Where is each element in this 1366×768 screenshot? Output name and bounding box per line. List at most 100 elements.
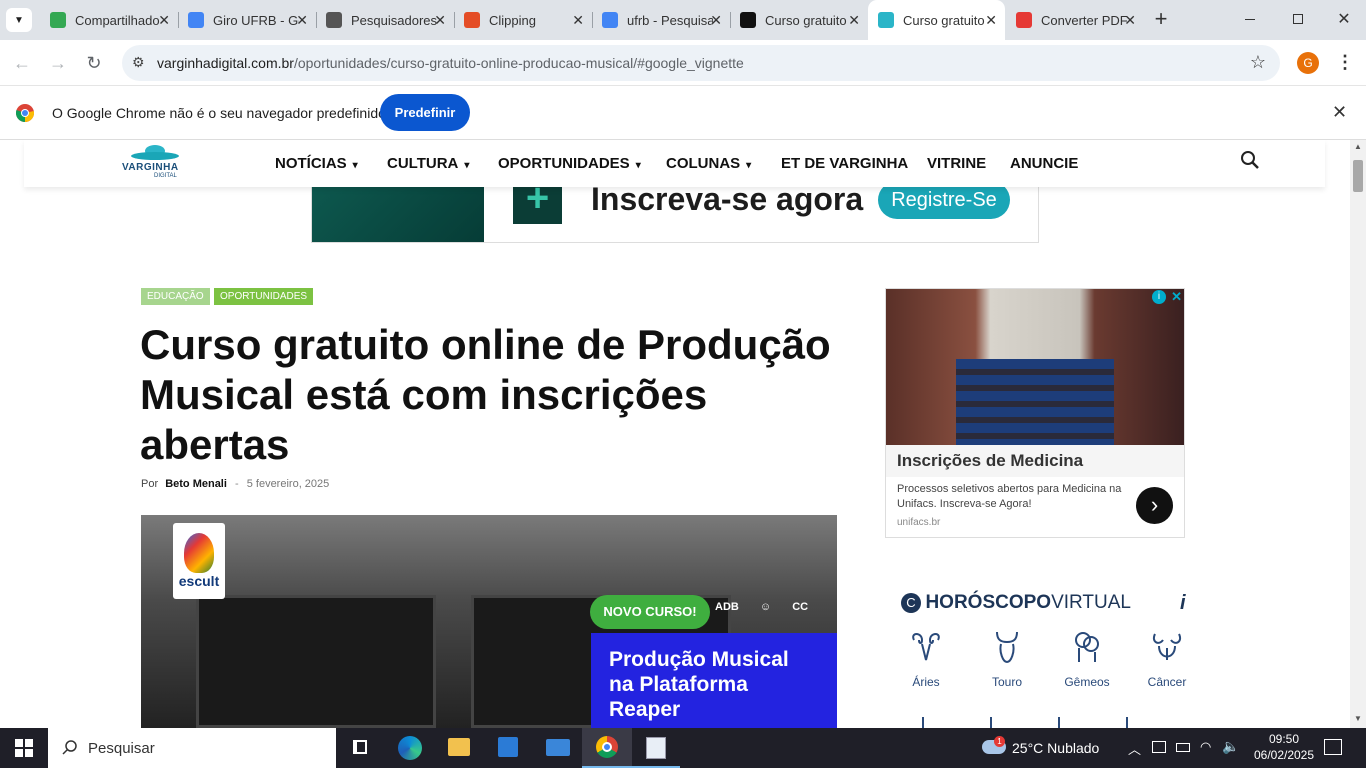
menu-item-2[interactable]: OPORTUNIDADES ▾ [498, 155, 641, 172]
category-tag-education[interactable]: EDUCAÇÃO [141, 288, 210, 305]
tab-favicon-icon [326, 12, 342, 28]
auditorium-seats [956, 359, 1114, 445]
tab-2[interactable]: Pesquisadores ✕ [316, 0, 455, 40]
tab-title: Compartilhado [75, 12, 160, 28]
address-bar[interactable]: ⚙ varginhadigital.com.br/oportunidades/c… [122, 45, 1280, 81]
tab-4[interactable]: ufrb - Pesquisa Google✕ [592, 0, 731, 40]
set-default-button[interactable]: Predefinir [380, 94, 470, 131]
infobar-close-button[interactable]: ✕ [1332, 102, 1347, 123]
scrollbar-thumb[interactable] [1353, 160, 1363, 192]
sign-cancer[interactable]: Câncer [1137, 630, 1197, 689]
menu-item-label: CULTURA [387, 155, 459, 172]
tab-close-icon[interactable]: ✕ [296, 13, 308, 27]
menu-item-label: ET DE VARGINHA [781, 155, 909, 172]
tag-adb: ADB [715, 601, 739, 613]
tab-close-icon[interactable]: ✕ [434, 13, 446, 27]
hero-brand-badge: escult [173, 523, 225, 599]
sign-gemini[interactable]: Gêmeos [1057, 630, 1117, 689]
tab-close-icon[interactable]: ✕ [572, 13, 584, 27]
clock-time: 09:50 [1268, 732, 1300, 746]
tab-title: Pesquisadores [351, 12, 437, 28]
tab-3[interactable]: Clipping ✕ [454, 0, 593, 40]
edge-taskbar-icon[interactable] [398, 736, 422, 760]
tab-close-icon[interactable]: ✕ [985, 13, 997, 27]
tab-strip: ▼ Compartilhado✕Giro UFRB - Google Docs✕… [0, 0, 1366, 40]
tab-close-icon[interactable]: ✕ [1124, 13, 1136, 27]
menu-item-3[interactable]: COLUNAS ▾ [666, 155, 751, 172]
scroll-up-arrow-icon[interactable]: ▲ [1354, 142, 1362, 151]
tab-close-icon[interactable]: ✕ [848, 13, 860, 27]
tab-7[interactable]: Converter PDF ✕ [1006, 0, 1144, 40]
gemini-icon [1075, 632, 1099, 662]
menu-item-0[interactable]: NOTÍCIAS ▾ [275, 155, 358, 172]
minimize-button[interactable] [1236, 12, 1264, 28]
infobar-message: O Google Chrome não é o seu navegador pr… [52, 105, 390, 121]
sign-taurus[interactable]: Touro [977, 630, 1037, 689]
tab-0[interactable]: Compartilhado ✕ [40, 0, 179, 40]
restore-button[interactable] [1284, 12, 1312, 28]
ufo-logo-icon [131, 145, 179, 160]
profile-avatar[interactable]: G [1297, 52, 1319, 74]
wifi-icon[interactable]: ◠ [1200, 739, 1211, 755]
page-scrollbar[interactable]: ▲ ▼ [1350, 140, 1366, 728]
hero-new-course-badge: NOVO CURSO! [590, 595, 710, 629]
tab-title: Curso gratuito [903, 12, 985, 28]
taurus-icon [996, 631, 1018, 664]
sign-aries[interactable]: Áries [896, 630, 956, 689]
menu-item-label: OPORTUNIDADES [498, 155, 630, 172]
horoscope-brand-bold: HORÓSCOPO [925, 592, 1052, 613]
back-button[interactable]: ← [8, 49, 36, 77]
tab-favicon-icon [50, 12, 66, 28]
site-search-button[interactable] [1240, 150, 1262, 172]
horoscope-logo[interactable]: C HORÓSCOPOVIRTUAL [901, 592, 1131, 614]
notepad-taskbar-icon[interactable] [632, 728, 680, 768]
tray-chevron-up-icon[interactable]: ︿ [1128, 739, 1141, 758]
forward-button[interactable]: → [44, 49, 72, 77]
chrome-taskbar-icon[interactable] [582, 728, 632, 768]
site-info-icon[interactable]: ⚙ [132, 54, 145, 71]
chrome-logo-icon [16, 104, 34, 122]
horoscope-info-icon[interactable]: i [1180, 592, 1186, 615]
url-path: /oportunidades/curso-gratuito-online-pro… [293, 55, 744, 71]
file-explorer-taskbar-icon[interactable] [448, 738, 470, 756]
mail-taskbar-icon[interactable] [546, 739, 570, 756]
weather-widget[interactable]: 1 25°C Nublado [980, 728, 1110, 768]
taskbar-search-box[interactable]: Pesquisar [48, 728, 336, 768]
tab-close-icon[interactable]: ✕ [710, 13, 722, 27]
reload-button[interactable]: ↻ [80, 49, 108, 77]
author-link[interactable]: Beto Menali [165, 478, 227, 490]
volume-icon[interactable]: 🔈 [1222, 738, 1239, 755]
tab-search-button[interactable]: ▼ [6, 8, 32, 32]
ad-next-button[interactable]: › [1136, 487, 1173, 524]
sidebar-ad[interactable]: i ✕ Inscrições de Medicina Processos sel… [885, 288, 1185, 538]
battery-icon[interactable] [1176, 743, 1190, 752]
new-tab-button[interactable]: + [1150, 8, 1172, 32]
site-logo[interactable]: VARGINHA DIGITAL [120, 142, 190, 182]
close-window-button[interactable]: ✕ [1330, 9, 1358, 31]
notification-center-button[interactable] [1324, 739, 1342, 755]
weather-alert-badge: 1 [994, 736, 1005, 747]
ad-info-icon[interactable]: i [1152, 290, 1166, 304]
menu-kebab-icon[interactable]: ⋮ [1336, 52, 1354, 72]
ad-close-icon[interactable]: ✕ [1171, 289, 1182, 305]
category-tag-opportunities[interactable]: OPORTUNIDADES [214, 288, 314, 305]
scroll-down-arrow-icon[interactable]: ▼ [1354, 714, 1362, 723]
menu-item-5[interactable]: VITRINE [927, 155, 986, 172]
start-button[interactable] [0, 728, 48, 768]
menu-item-1[interactable]: CULTURA ▾ [387, 155, 469, 172]
task-view-button[interactable] [346, 736, 374, 760]
tab-1[interactable]: Giro UFRB - Google Docs✕ [178, 0, 317, 40]
menu-item-6[interactable]: ANUNCIE [1010, 155, 1078, 172]
logo-text: VARGINHA [122, 162, 179, 173]
tab-6[interactable]: Curso gratuito ✕ [868, 0, 1005, 40]
tab-favicon-icon [188, 12, 204, 28]
close-icon: ✕ [1337, 11, 1351, 28]
tab-5[interactable]: Curso gratuito ✕ [730, 0, 868, 40]
menu-item-4[interactable]: ET DE VARGINHA [781, 155, 908, 172]
tab-close-icon[interactable]: ✕ [158, 13, 170, 27]
store-taskbar-icon[interactable] [498, 737, 518, 757]
tray-device-icon[interactable] [1152, 741, 1166, 753]
bookmark-star-icon[interactable]: ☆ [1250, 52, 1266, 73]
ad-title: Inscrições de Medicina [897, 451, 1084, 470]
clock[interactable]: 09:50 06/02/2025 [1248, 732, 1320, 762]
